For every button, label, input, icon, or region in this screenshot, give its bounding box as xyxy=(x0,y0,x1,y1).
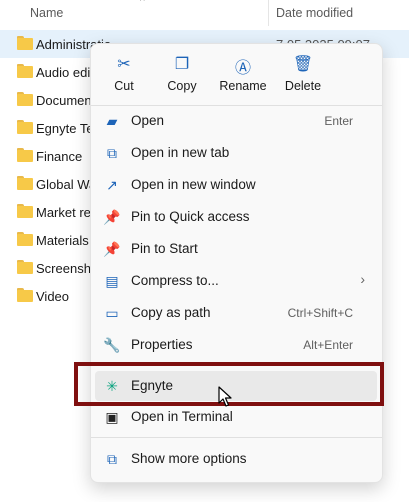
file-name: Egnyte Te xyxy=(36,121,94,136)
sort-caret-icon: ^ xyxy=(140,0,145,7)
name-column-header[interactable]: Name xyxy=(30,6,63,20)
menu-item-label: Pin to Start xyxy=(131,241,198,256)
folder-icon xyxy=(17,92,33,106)
folder-icon xyxy=(17,148,33,162)
pin-icon: 📌 xyxy=(103,209,121,225)
menu-item-label: Compress to... xyxy=(131,273,219,288)
menu-item-label: Open in Terminal xyxy=(131,409,233,424)
menu-item-open[interactable]: ▰ Open Enter xyxy=(95,106,377,136)
menu-item-open-terminal[interactable]: ▣ Open in Terminal xyxy=(95,402,377,432)
new-window-icon: ↗ xyxy=(106,177,118,193)
rename-label: Rename xyxy=(219,79,267,93)
folder-open-icon: ▰ xyxy=(106,113,118,129)
folder-icon xyxy=(17,204,33,218)
folder-icon xyxy=(17,260,33,274)
menu-item-pin-start[interactable]: 📌 Pin to Start xyxy=(95,234,377,264)
cut-label: Cut xyxy=(114,79,134,93)
terminal-icon: ▣ xyxy=(105,409,119,425)
submenu-chevron-icon: › xyxy=(360,271,365,287)
file-name: Video xyxy=(36,289,70,304)
archive-icon: ▤ xyxy=(105,273,119,289)
cut-button[interactable]: ✂ Cut xyxy=(96,52,152,100)
copy-button[interactable]: ❐ Copy xyxy=(154,52,210,100)
file-name: Materials xyxy=(36,233,89,248)
menu-item-compress[interactable]: ▤ Compress to... › xyxy=(95,266,377,296)
folder-icon xyxy=(17,176,33,190)
menu-item-copy-as-path[interactable]: ▭ Copy as path Ctrl+Shift+C xyxy=(95,298,377,328)
wrench-icon: 🔧 xyxy=(103,337,121,353)
folder-icon xyxy=(17,288,33,302)
menu-item-shortcut: Alt+Enter xyxy=(303,338,353,352)
menu-item-open-new-window[interactable]: ↗ Open in new window xyxy=(95,170,377,200)
menu-item-pin-quick-access[interactable]: 📌 Pin to Quick access xyxy=(95,202,377,232)
column-header: ^ Name Date modified xyxy=(0,0,409,28)
new-tab-icon: ⧉ xyxy=(107,145,117,161)
menu-item-label: Open in new tab xyxy=(131,145,230,160)
menu-item-shortcut: Enter xyxy=(324,114,353,128)
folder-icon xyxy=(17,64,33,78)
menu-item-label: Pin to Quick access xyxy=(131,209,250,224)
path-icon: ▭ xyxy=(105,305,119,321)
copy-label: Copy xyxy=(167,79,197,93)
pin-icon: 📌 xyxy=(103,241,121,257)
menu-item-label: Open in new window xyxy=(131,177,256,192)
mouse-cursor-icon xyxy=(218,386,232,407)
menu-item-label: Copy as path xyxy=(131,305,211,320)
file-name: Market res xyxy=(36,205,98,220)
menu-item-open-new-tab[interactable]: ⧉ Open in new tab xyxy=(95,138,377,168)
more-options-icon: ⧉ xyxy=(107,451,117,467)
menu-item-properties[interactable]: 🔧 Properties Alt+Enter xyxy=(95,330,377,360)
folder-icon xyxy=(17,120,33,134)
delete-label: Delete xyxy=(284,79,322,93)
file-name: Global Wa xyxy=(36,177,97,192)
file-name: Documen xyxy=(36,93,92,108)
rename-button[interactable]: Ⓐ Rename xyxy=(215,52,271,100)
context-menu: ✂ Cut ❐ Copy Ⓐ Rename 🗑 Delete ▰ Open En… xyxy=(90,43,383,483)
menu-item-show-more-options[interactable]: ⧉ Show more options xyxy=(95,444,377,474)
menu-item-label: Open xyxy=(131,113,165,128)
copy-icon: ❐ xyxy=(174,56,190,73)
file-name: Screensho xyxy=(36,261,99,276)
menu-divider xyxy=(91,437,382,438)
trash-icon: 🗑 xyxy=(292,56,314,73)
rename-icon: Ⓐ xyxy=(234,60,251,77)
file-name: Audio edi xyxy=(36,65,91,80)
column-separator[interactable] xyxy=(268,0,269,26)
delete-button[interactable]: 🗑 Delete xyxy=(275,52,331,100)
menu-item-shortcut: Ctrl+Shift+C xyxy=(287,306,353,320)
folder-icon xyxy=(17,36,33,50)
date-column-header[interactable]: Date modified xyxy=(276,6,353,20)
file-name: Finance xyxy=(36,149,83,164)
menu-item-label: Show more options xyxy=(131,451,247,466)
folder-icon xyxy=(17,232,33,246)
scissors-icon: ✂ xyxy=(117,56,131,73)
menu-item-label: Properties xyxy=(131,337,193,352)
